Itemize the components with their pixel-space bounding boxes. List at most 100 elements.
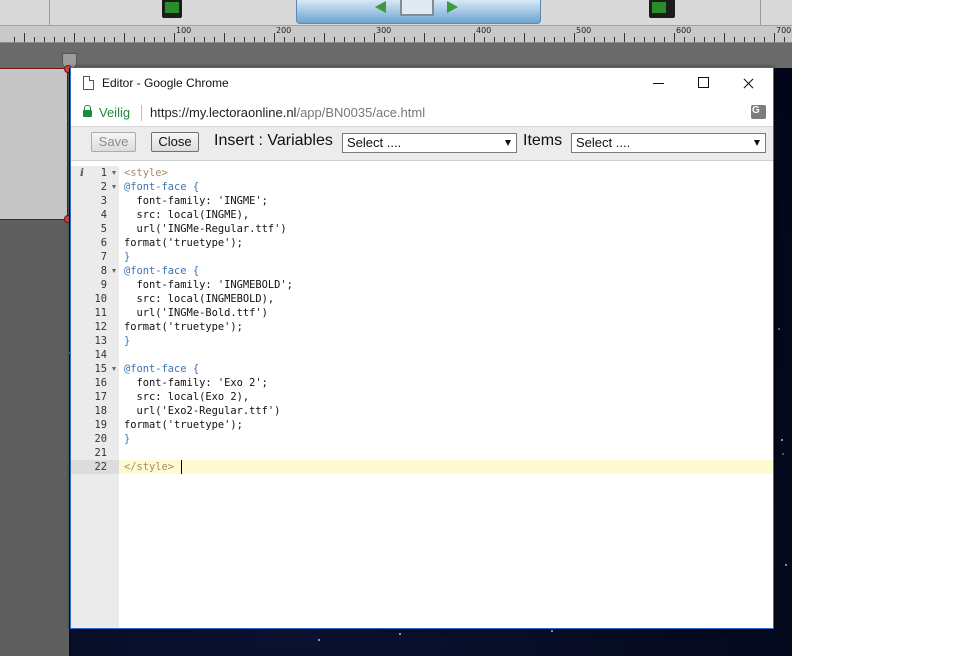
code-line[interactable]: format('truetype');: [119, 320, 773, 334]
window-title: Editor - Google Chrome: [102, 76, 229, 90]
gutter-line[interactable]: 10: [71, 292, 119, 306]
gutter-line[interactable]: 9: [71, 278, 119, 292]
phone-icon[interactable]: [162, 0, 182, 18]
gutter-line[interactable]: 15: [71, 362, 119, 376]
url-text[interactable]: https://my.lectoraonline.nl/app/BN0035/a…: [150, 105, 425, 120]
code-line[interactable]: font-family: 'Exo 2';: [119, 376, 773, 390]
device-nav-panel[interactable]: [296, 0, 541, 24]
line-number: 11: [94, 307, 107, 319]
selected-canvas-object[interactable]: [0, 65, 72, 223]
star: [782, 453, 784, 455]
code-line-text: format('truetype');: [124, 419, 243, 431]
code-line[interactable]: format('truetype');: [119, 418, 773, 432]
code-line-text: src: local(INGME),: [124, 209, 250, 221]
gutter-line[interactable]: 18: [71, 404, 119, 418]
code-line[interactable]: @font-face {: [119, 264, 773, 278]
items-select[interactable]: Select ....: [571, 133, 766, 153]
close-icon[interactable]: [726, 68, 771, 98]
ruler-tick: [54, 37, 55, 42]
gutter-line[interactable]: 2: [71, 180, 119, 194]
code-line[interactable]: @font-face {: [119, 362, 773, 376]
code-line-text: font-family: 'INGMEBOLD';: [124, 279, 293, 291]
arrow-left-icon[interactable]: [375, 1, 386, 13]
fold-arrow-icon[interactable]: [112, 269, 116, 273]
fold-arrow-icon[interactable]: [112, 171, 116, 175]
save-button[interactable]: Save: [91, 132, 136, 152]
code-line[interactable]: format('truetype');: [119, 236, 773, 250]
code-line[interactable]: @font-face {: [119, 180, 773, 194]
code-line-text: format('truetype');: [124, 321, 243, 333]
gutter-line[interactable]: 14: [71, 348, 119, 362]
code-line[interactable]: [119, 446, 773, 460]
phone-icon[interactable]: [649, 0, 675, 18]
gutter-line[interactable]: 3: [71, 194, 119, 208]
code-line[interactable]: }: [119, 334, 773, 348]
code-editor[interactable]: i 1 2 3 4 5 6 7 8 9 10 11 12 13 14 15 16 17 18 19 20 21 22 <st…: [71, 166, 773, 628]
code-line[interactable]: }: [119, 250, 773, 264]
fold-arrow-icon[interactable]: [112, 185, 116, 189]
chevron-down-icon: [754, 140, 760, 146]
code-line[interactable]: <style>: [119, 166, 773, 180]
code-line[interactable]: font-family: 'INGME';: [119, 194, 773, 208]
arrow-right-icon[interactable]: [447, 1, 458, 13]
ruler-tick: [554, 37, 555, 42]
lock-icon[interactable]: [83, 105, 92, 117]
ruler-tick: [164, 37, 165, 42]
ruler-tick: [684, 37, 685, 42]
ruler-tick: [744, 37, 745, 42]
gutter-line[interactable]: 22: [71, 460, 119, 474]
gutter-line[interactable]: 5: [71, 222, 119, 236]
star: [785, 564, 787, 566]
ruler-label: 500: [576, 26, 592, 35]
ruler-tick: [234, 37, 235, 42]
code-line[interactable]: src: local(INGMEBOLD),: [119, 292, 773, 306]
code-line[interactable]: url('INGMe-Bold.ttf'): [119, 306, 773, 320]
code-line[interactable]: src: local(Exo 2),: [119, 390, 773, 404]
code-line[interactable]: url('INGMe-Regular.ttf'): [119, 222, 773, 236]
monitor-icon[interactable]: [400, 0, 434, 16]
address-bar[interactable]: Veilig https://my.lectoraonline.nl/app/B…: [71, 99, 773, 127]
code-line-text: }: [124, 335, 131, 347]
close-button[interactable]: Close: [151, 132, 199, 152]
gutter-line[interactable]: 6: [71, 236, 119, 250]
gutter-line[interactable]: 8: [71, 264, 119, 278]
title-bar[interactable]: Editor - Google Chrome: [71, 68, 773, 99]
gutter-line[interactable]: 13: [71, 334, 119, 348]
code-line-text: }: [124, 251, 131, 263]
ruler-tick: [104, 37, 105, 42]
gutter-line[interactable]: 4: [71, 208, 119, 222]
fold-arrow-icon[interactable]: [112, 367, 116, 371]
variables-select[interactable]: Select ....: [342, 133, 517, 153]
items-select-value: Select ....: [576, 135, 631, 150]
code-line[interactable]: }: [119, 432, 773, 446]
code-line[interactable]: font-family: 'INGMEBOLD';: [119, 278, 773, 292]
code-area[interactable]: <style> @font-face { font-family: 'INGME'…: [119, 166, 773, 628]
code-line[interactable]: url('Exo2-Regular.ttf'): [119, 404, 773, 418]
gutter-line[interactable]: 17: [71, 390, 119, 404]
gutter-line[interactable]: 1: [71, 166, 119, 180]
minimize-icon[interactable]: [636, 68, 681, 98]
ruler-tick: [454, 37, 455, 42]
translate-icon[interactable]: [751, 105, 766, 119]
gutter-line[interactable]: 12: [71, 320, 119, 334]
ruler-tick: [64, 37, 65, 42]
code-line[interactable]: [119, 348, 773, 362]
line-number: 8: [100, 265, 107, 277]
ruler-tick: [334, 37, 335, 42]
code-line[interactable]: src: local(INGME),: [119, 208, 773, 222]
gutter-line[interactable]: 19: [71, 418, 119, 432]
ruler-tick: [634, 37, 635, 42]
ruler-tick: [294, 37, 295, 42]
code-line[interactable]: </style>: [119, 460, 773, 474]
gutter-line[interactable]: 7: [71, 250, 119, 264]
ruler-tick: [154, 37, 155, 42]
maximize-icon[interactable]: [681, 68, 726, 98]
ruler-tick: [534, 37, 535, 42]
gutter-line[interactable]: 21: [71, 446, 119, 460]
gutter-line[interactable]: 11: [71, 306, 119, 320]
secure-label[interactable]: Veilig: [99, 105, 130, 120]
gutter-line[interactable]: 20: [71, 432, 119, 446]
gutter-line[interactable]: 16: [71, 376, 119, 390]
ruler-tick: [404, 37, 405, 42]
